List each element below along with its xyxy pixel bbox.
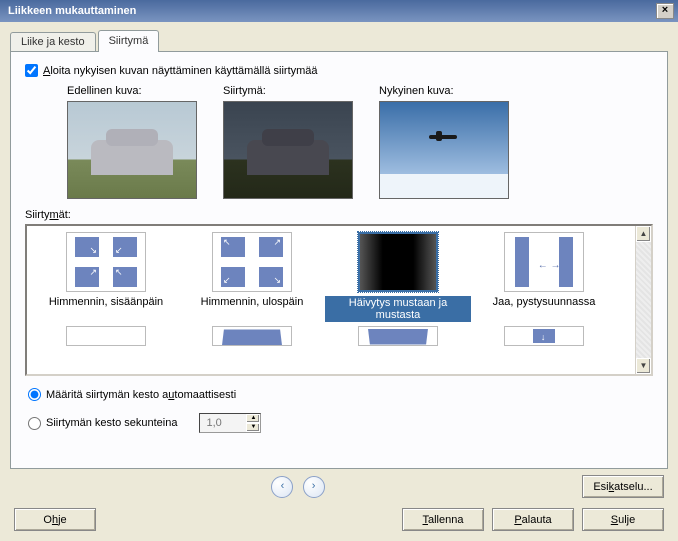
preview-current-image bbox=[379, 101, 509, 199]
window-title: Liikkeen mukauttaminen bbox=[4, 5, 656, 17]
transition-fade-black[interactable]: Häivytys mustaan ja mustasta bbox=[325, 232, 471, 322]
nav-row: ‹ › Esikatselu... bbox=[10, 475, 668, 498]
transition-partial-3[interactable] bbox=[325, 326, 471, 346]
dialog-body: Liike ja kesto Siirtymä AAloita nykyisen… bbox=[0, 22, 678, 541]
preview-transition: Siirtymä: bbox=[223, 85, 353, 199]
preview-button[interactable]: Esikatselu... bbox=[582, 475, 664, 498]
next-button[interactable]: › bbox=[303, 476, 325, 498]
transition-dimmer-in-thumb: ↘↙ ↗↖ bbox=[66, 232, 146, 292]
scroll-up-icon[interactable]: ▲ bbox=[636, 226, 651, 242]
transitions-label: Siirtymät: bbox=[25, 209, 653, 221]
duration-seconds-row: Siirtymän kesto sekunteina ▲ ▼ bbox=[25, 413, 653, 433]
duration-seconds-spinner: ▲ ▼ bbox=[199, 413, 261, 433]
duration-seconds-input bbox=[203, 414, 241, 432]
close-icon[interactable]: × bbox=[656, 3, 674, 19]
transition-dimmer-in[interactable]: ↘↙ ↗↖ Himmennin, sisäänpäin bbox=[33, 232, 179, 322]
reset-button[interactable]: Palauta bbox=[492, 508, 574, 531]
transition-split-vertical[interactable]: ← → Jaa, pystysuunnassa bbox=[471, 232, 617, 322]
duration-auto-row: Määritä siirtymän kesto automaattisesti bbox=[25, 388, 653, 401]
preview-previous: Edellinen kuva: bbox=[67, 85, 197, 199]
transition-dimmer-out-thumb: ↖↗ ↙↘ bbox=[212, 232, 292, 292]
title-bar: Liikkeen mukauttaminen × bbox=[0, 0, 678, 22]
transition-partial-4[interactable]: ↓ bbox=[471, 326, 617, 346]
transition-split-vertical-label: Jaa, pystysuunnassa bbox=[471, 296, 617, 320]
spinner-up-icon[interactable]: ▲ bbox=[246, 414, 260, 423]
preview-previous-image bbox=[67, 101, 197, 199]
transition-fade-black-label: Häivytys mustaan ja mustasta bbox=[325, 296, 471, 322]
transition-dimmer-in-label: Himmennin, sisäänpäin bbox=[33, 296, 179, 320]
preview-current-label: Nykyinen kuva: bbox=[379, 85, 509, 97]
tab-panel-transition: AAloita nykyisen kuvan näyttäminen käytt… bbox=[10, 51, 668, 469]
prev-button[interactable]: ‹ bbox=[271, 476, 293, 498]
tab-bar: Liike ja kesto Siirtymä bbox=[10, 30, 668, 52]
start-with-transition-label: AAloita nykyisen kuvan näyttäminen käytt… bbox=[43, 65, 318, 77]
transition-partial-2[interactable] bbox=[179, 326, 325, 346]
nav-center: ‹ › bbox=[14, 476, 582, 498]
transition-dimmer-out[interactable]: ↖↗ ↙↘ Himmennin, ulospäin bbox=[179, 232, 325, 322]
duration-auto-radio[interactable] bbox=[28, 388, 41, 401]
transition-fade-black-thumb bbox=[358, 232, 438, 292]
scroll-down-icon[interactable]: ▼ bbox=[636, 358, 651, 374]
gallery-scrollbar[interactable]: ▲ ▼ bbox=[635, 226, 651, 374]
button-row: Ohje Tallenna Palauta Sulje bbox=[10, 508, 668, 531]
spinner-down-icon[interactable]: ▼ bbox=[246, 423, 260, 432]
preview-transition-label: Siirtymä: bbox=[223, 85, 353, 97]
preview-transition-image bbox=[223, 101, 353, 199]
transitions-gallery-list[interactable]: ↘↙ ↗↖ Himmennin, sisäänpäin ↖↗ ↙↘ Himmen… bbox=[27, 226, 635, 374]
scroll-track[interactable] bbox=[636, 242, 651, 358]
preview-previous-label: Edellinen kuva: bbox=[67, 85, 197, 97]
close-button[interactable]: Sulje bbox=[582, 508, 664, 531]
transition-dimmer-out-label: Himmennin, ulospäin bbox=[179, 296, 325, 320]
preview-row: Edellinen kuva: Siirtymä: Nykyinen kuva: bbox=[67, 85, 653, 199]
duration-seconds-radio[interactable] bbox=[28, 417, 41, 430]
duration-auto-label: Määritä siirtymän kesto automaattisesti bbox=[46, 389, 236, 401]
tab-transition[interactable]: Siirtymä bbox=[98, 30, 160, 52]
transition-partial-1[interactable] bbox=[33, 326, 179, 346]
save-button[interactable]: Tallenna bbox=[402, 508, 484, 531]
transition-partial-4-thumb: ↓ bbox=[504, 326, 584, 346]
transition-split-vertical-thumb: ← → bbox=[504, 232, 584, 292]
transition-partial-2-thumb bbox=[212, 326, 292, 346]
start-with-transition-checkbox[interactable] bbox=[25, 64, 38, 77]
start-with-transition-row: AAloita nykyisen kuvan näyttäminen käytt… bbox=[25, 64, 653, 77]
duration-seconds-label: Siirtymän kesto sekunteina bbox=[46, 417, 177, 429]
transitions-gallery: ↘↙ ↗↖ Himmennin, sisäänpäin ↖↗ ↙↘ Himmen… bbox=[25, 224, 653, 376]
help-button[interactable]: Ohje bbox=[14, 508, 96, 531]
transition-partial-3-thumb bbox=[358, 326, 438, 346]
preview-current: Nykyinen kuva: bbox=[379, 85, 509, 199]
transition-partial-1-thumb bbox=[66, 326, 146, 346]
